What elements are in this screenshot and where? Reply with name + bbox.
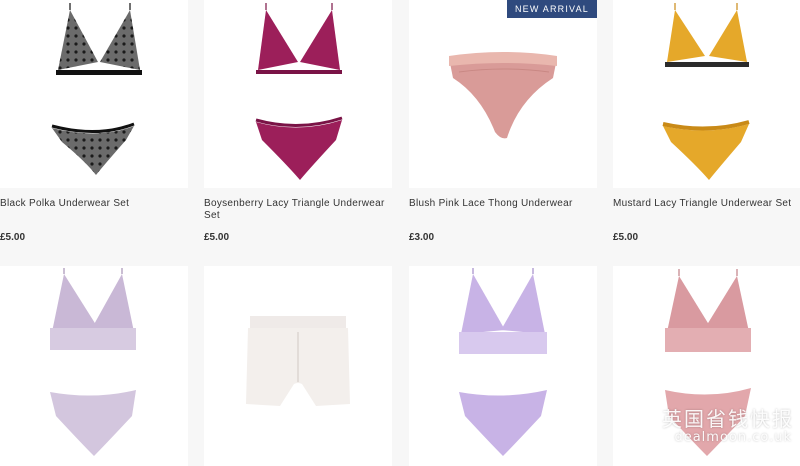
product-image[interactable]: NEW ARRIVAL — [409, 0, 597, 188]
mustard-lace-set-image — [662, 3, 750, 180]
product-image[interactable] — [204, 266, 392, 466]
watermark-site: dealmoon.co.uk — [674, 430, 792, 445]
product-title[interactable]: Blush Pink Lace Thong Underwear — [409, 198, 597, 210]
product-title[interactable]: Black Polka Underwear Set — [0, 198, 188, 210]
product-price: £5.00 — [204, 232, 230, 243]
white-boxer-brief-image — [246, 316, 350, 406]
product-price: £3.00 — [409, 232, 435, 243]
product-price: £5.00 — [0, 232, 26, 243]
product-image[interactable] — [204, 0, 392, 188]
product-title[interactable]: Boysenberry Lacy Triangle Underwear Set — [204, 198, 392, 222]
watermark-brand: 英国省钱快报 — [662, 407, 794, 431]
black-polka-set-image — [51, 3, 142, 175]
product-price: £5.00 — [613, 232, 639, 243]
product-title[interactable]: Mustard Lacy Triangle Underwear Set — [613, 198, 800, 210]
product-image[interactable] — [0, 0, 188, 188]
product-image[interactable] — [409, 266, 597, 466]
product-grid: Black Polka Underwear Set £5.00 Boysenbe… — [0, 0, 800, 466]
blush-pink-thong-image — [449, 52, 557, 139]
product-image[interactable] — [0, 266, 188, 466]
lilac-lace-bralette-set-image — [50, 268, 136, 456]
product-image[interactable] — [613, 0, 800, 188]
boysenberry-lace-set-image — [255, 3, 343, 180]
lavender-lace-bralette-set-image — [459, 268, 547, 456]
new-arrival-badge: NEW ARRIVAL — [506, 0, 597, 18]
